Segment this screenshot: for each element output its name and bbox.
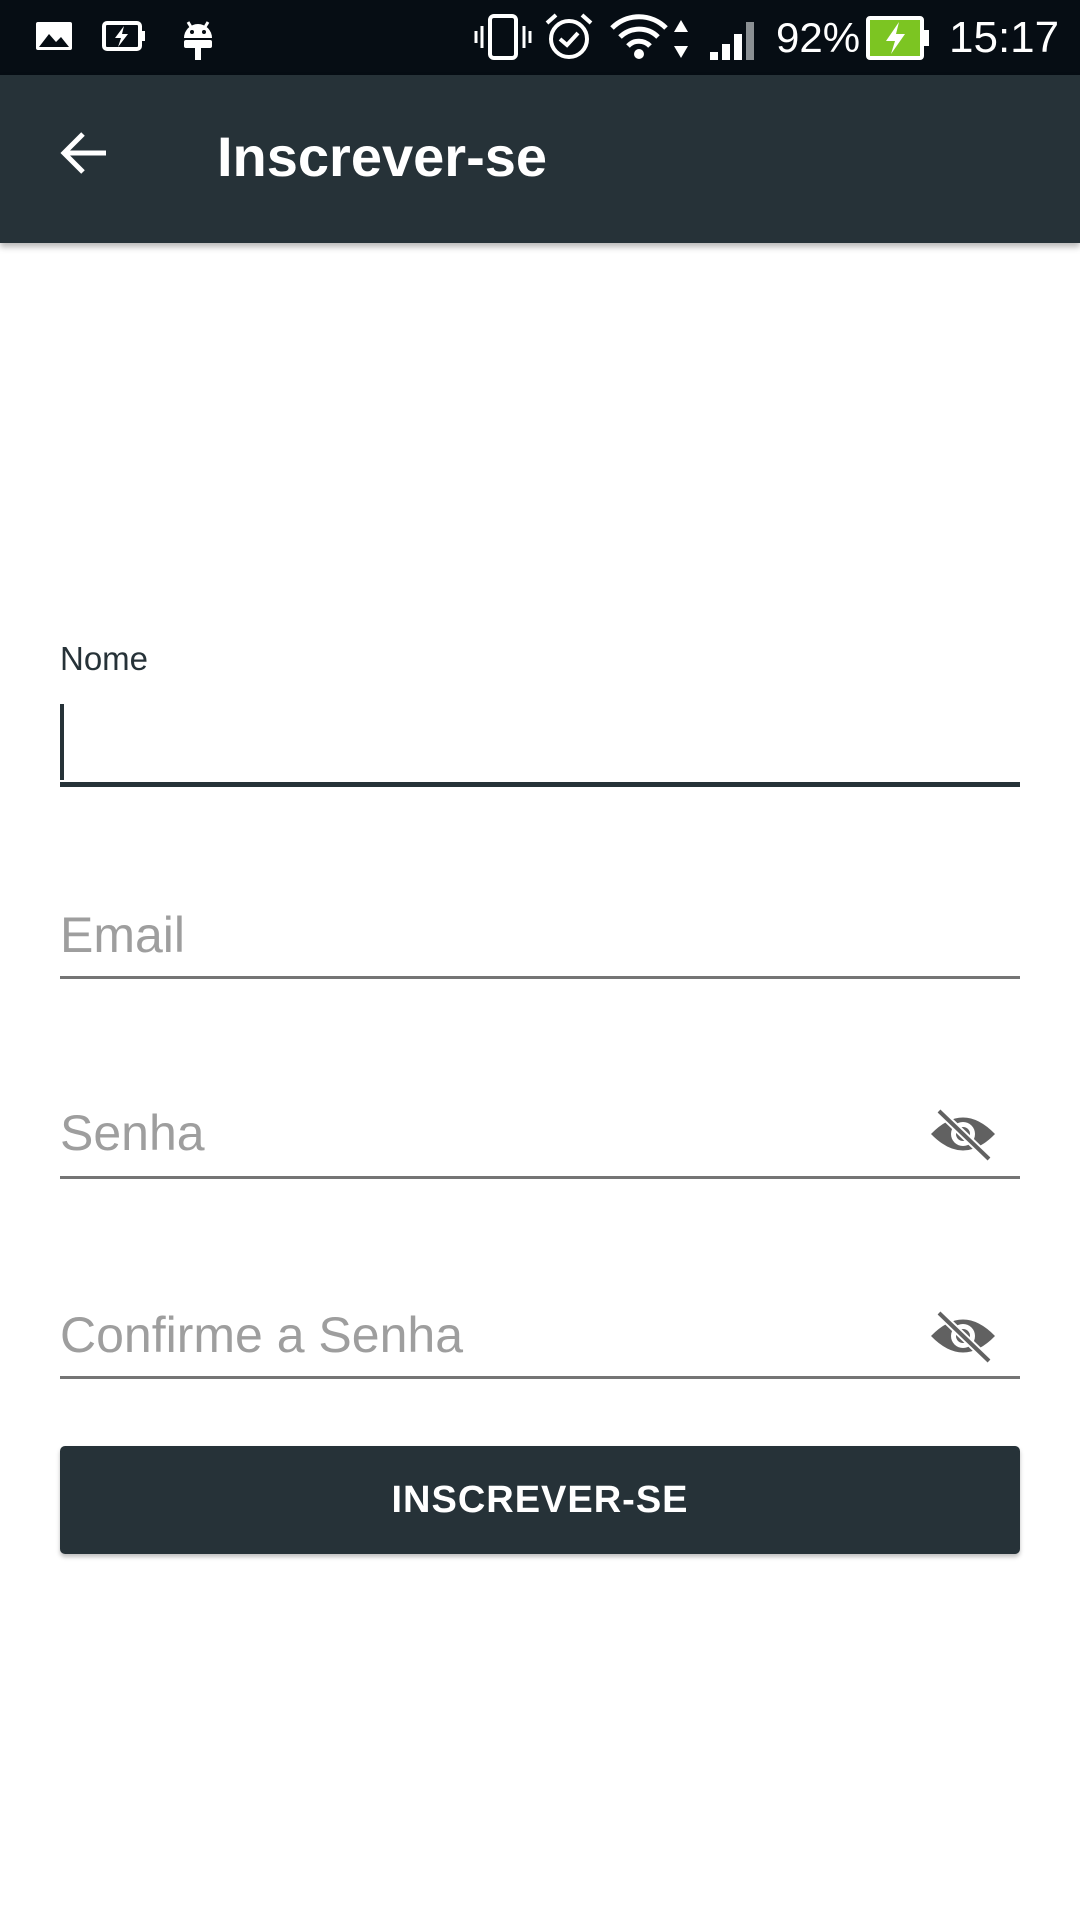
app-bar: Inscrever-se (0, 75, 1080, 243)
status-time: 15:17 (949, 13, 1060, 62)
battery-icon (866, 16, 929, 60)
password-underline (60, 1176, 1020, 1179)
submit-button[interactable]: INSCREVER-SE (60, 1446, 1020, 1554)
battery-percent: 92% (776, 14, 861, 61)
password-field[interactable] (60, 1090, 1020, 1200)
page-title: Inscrever-se (217, 125, 548, 188)
confirm-password-input[interactable] (60, 1300, 920, 1370)
email-input[interactable] (60, 900, 1020, 970)
android-debug-icon (184, 21, 212, 60)
name-input[interactable] (60, 708, 1020, 778)
eye-off-icon (931, 1310, 995, 1363)
confirm-password-visibility-toggle[interactable] (928, 1306, 998, 1366)
photo-notification-icon (36, 22, 72, 50)
back-button[interactable] (44, 113, 124, 193)
vibrate-icon (474, 14, 532, 60)
password-visibility-toggle[interactable] (928, 1104, 998, 1164)
confirm-password-underline (60, 1376, 1020, 1379)
eye-off-icon (931, 1108, 995, 1161)
status-bar: 92% 15:17 (0, 0, 1080, 75)
password-input[interactable] (60, 1098, 920, 1168)
alarm-icon (545, 13, 593, 59)
arrow-left-icon (60, 132, 106, 174)
battery-charging-notification-icon (102, 21, 145, 51)
wifi-icon (610, 14, 668, 59)
name-label: Nome (60, 640, 149, 677)
name-underline (60, 782, 1020, 787)
data-arrows-icon (674, 20, 688, 58)
confirm-password-field[interactable] (60, 1290, 1020, 1400)
email-field[interactable] (60, 890, 1020, 1000)
signal-icon (710, 22, 754, 60)
email-underline (60, 976, 1020, 979)
name-field[interactable]: Nome (60, 640, 1020, 790)
